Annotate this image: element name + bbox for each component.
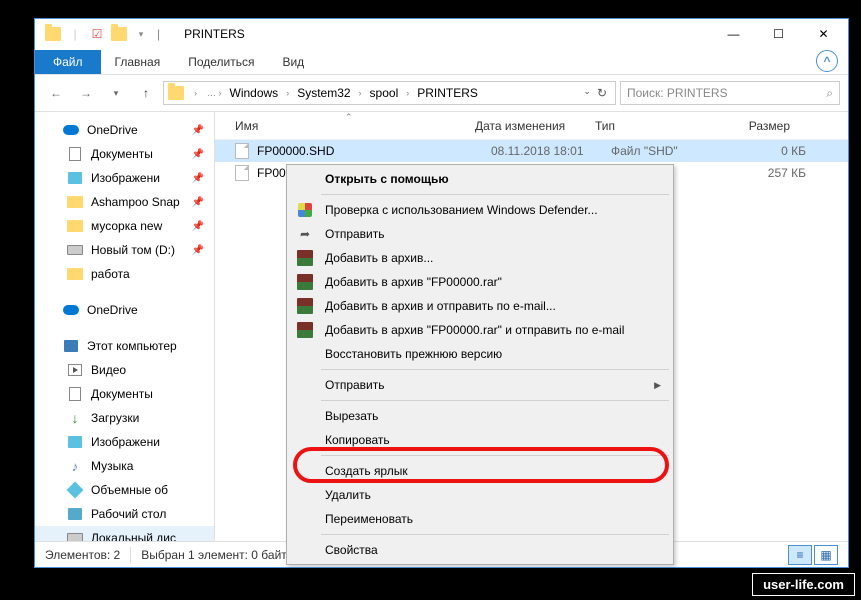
pin-icon: 📌 bbox=[192, 173, 204, 184]
chevron-right-icon[interactable]: … › bbox=[203, 88, 226, 98]
breadcrumb-dropdown-icon[interactable]: ⌄ bbox=[583, 86, 591, 100]
pin-icon: 📌 bbox=[192, 245, 204, 256]
column-header-date[interactable]: Дата изменения bbox=[475, 119, 595, 133]
menu-restore[interactable]: Восстановить прежнюю версию bbox=[289, 342, 671, 366]
column-header-type[interactable]: Тип bbox=[595, 119, 710, 133]
nav-up-button[interactable]: ↑ bbox=[133, 80, 159, 106]
search-icon: ⌕ bbox=[826, 86, 833, 101]
menu-add-archive[interactable]: Добавить в архив... bbox=[289, 246, 671, 270]
pin-icon: 📌 bbox=[192, 197, 204, 208]
rar-icon bbox=[295, 272, 315, 292]
watermark: user-life.com bbox=[752, 573, 855, 596]
close-button[interactable]: ✕ bbox=[801, 20, 846, 49]
sidebar-item-ashampoo[interactable]: Ashampoo Snap📌 bbox=[35, 190, 214, 214]
breadcrumb[interactable]: › … › Windows › System32 › spool › PRINT… bbox=[163, 81, 616, 105]
sidebar-item-desktop[interactable]: Рабочий стол bbox=[35, 502, 214, 526]
help-button[interactable]: ^ bbox=[816, 50, 838, 72]
menu-add-email[interactable]: Добавить в архив и отправить по e-mail..… bbox=[289, 294, 671, 318]
menu-defender[interactable]: Проверка с использованием Windows Defend… bbox=[289, 198, 671, 222]
chevron-right-icon[interactable]: › bbox=[190, 88, 201, 98]
sidebar-item-local-disk[interactable]: Локальный дис bbox=[35, 526, 214, 541]
menu-shortcut[interactable]: Создать ярлык bbox=[289, 459, 671, 483]
view-details-button[interactable]: ≡ bbox=[788, 545, 812, 565]
title-separator: | bbox=[157, 27, 160, 41]
file-icon bbox=[235, 143, 251, 159]
folder-icon bbox=[168, 86, 184, 100]
sidebar-item-this-pc[interactable]: Этот компьютер bbox=[35, 334, 214, 358]
menu-share[interactable]: ➦Отправить bbox=[289, 222, 671, 246]
address-bar: ← → ▾ ↑ › … › Windows › System32 › spool… bbox=[35, 75, 848, 111]
tab-home[interactable]: Главная bbox=[101, 50, 175, 74]
menu-open-with[interactable]: Открыть с помощью bbox=[289, 167, 671, 191]
sidebar-item-onedrive-root[interactable]: OneDrive bbox=[35, 298, 214, 322]
sidebar-item-downloads[interactable]: ↓Загрузки bbox=[35, 406, 214, 430]
file-icon bbox=[235, 165, 251, 181]
breadcrumb-item[interactable]: System32 bbox=[295, 86, 352, 100]
minimize-button[interactable]: — bbox=[711, 20, 756, 49]
menu-properties[interactable]: Свойства bbox=[289, 538, 671, 562]
view-icons-button[interactable]: ▦ bbox=[814, 545, 838, 565]
ribbon-tabs: Файл Главная Поделиться Вид ^ bbox=[35, 49, 848, 75]
sidebar-item-pictures[interactable]: Изображени bbox=[35, 430, 214, 454]
context-menu: Открыть с помощью Проверка с использован… bbox=[286, 164, 674, 565]
sidebar-item-trash[interactable]: мусорка new📌 bbox=[35, 214, 214, 238]
maximize-button[interactable]: ☐ bbox=[756, 20, 801, 49]
nav-back-button[interactable]: ← bbox=[43, 80, 69, 106]
refresh-button[interactable]: ↻ bbox=[597, 86, 607, 100]
qat-dropdown-icon[interactable]: ▾ bbox=[131, 24, 151, 44]
menu-add-rar-email[interactable]: Добавить в архив "FP00000.rar" и отправи… bbox=[289, 318, 671, 342]
sidebar-item-pictures[interactable]: Изображени📌 bbox=[35, 166, 214, 190]
sort-indicator-icon: ⌃ bbox=[345, 112, 353, 123]
folder-icon bbox=[43, 24, 63, 44]
breadcrumb-item[interactable]: PRINTERS bbox=[415, 86, 480, 100]
sidebar-item-drive-d[interactable]: Новый том (D:)📌 bbox=[35, 238, 214, 262]
pin-icon: 📌 bbox=[192, 221, 204, 232]
chevron-right-icon[interactable]: › bbox=[282, 88, 293, 98]
menu-add-rar[interactable]: Добавить в архив "FP00000.rar" bbox=[289, 270, 671, 294]
rar-icon bbox=[295, 320, 315, 340]
breadcrumb-item[interactable]: spool bbox=[368, 86, 401, 100]
qat-separator: | bbox=[65, 24, 85, 44]
sidebar-item-documents[interactable]: Документы bbox=[35, 382, 214, 406]
column-header-name[interactable]: Имя bbox=[235, 119, 475, 133]
navigation-sidebar: OneDrive📌 Документы📌 Изображени📌 Ashampo… bbox=[35, 112, 215, 541]
sidebar-item-onedrive[interactable]: OneDrive📌 bbox=[35, 118, 214, 142]
sidebar-item-3d-objects[interactable]: Объемные об bbox=[35, 478, 214, 502]
search-input[interactable]: Поиск: PRINTERS ⌕ bbox=[620, 81, 840, 105]
window-title: PRINTERS bbox=[184, 27, 245, 41]
nav-recent-button[interactable]: ▾ bbox=[103, 80, 129, 106]
chevron-right-icon[interactable]: › bbox=[355, 88, 366, 98]
status-selection: Выбран 1 элемент: 0 байт bbox=[141, 548, 287, 562]
file-row[interactable]: FP00000.SHD 08.11.2018 18:01 Файл "SHD" … bbox=[215, 140, 848, 162]
menu-copy[interactable]: Копировать bbox=[289, 428, 671, 452]
chevron-right-icon[interactable]: › bbox=[402, 88, 413, 98]
share-icon: ➦ bbox=[295, 224, 315, 244]
pin-icon: 📌 bbox=[192, 125, 204, 136]
breadcrumb-item[interactable]: Windows bbox=[228, 86, 281, 100]
column-header-size[interactable]: Размер bbox=[710, 119, 790, 133]
pin-icon: 📌 bbox=[192, 149, 204, 160]
rar-icon bbox=[295, 296, 315, 316]
rar-icon bbox=[295, 248, 315, 268]
status-item-count: Элементов: 2 bbox=[45, 548, 120, 562]
menu-send-to[interactable]: Отправить▶ bbox=[289, 373, 671, 397]
menu-delete[interactable]: Удалить bbox=[289, 483, 671, 507]
sidebar-item-documents[interactable]: Документы📌 bbox=[35, 142, 214, 166]
chevron-right-icon: ▶ bbox=[654, 380, 661, 391]
menu-cut[interactable]: Вырезать bbox=[289, 404, 671, 428]
search-placeholder: Поиск: PRINTERS bbox=[627, 86, 728, 100]
shield-icon bbox=[295, 200, 315, 220]
tab-share[interactable]: Поделиться bbox=[174, 50, 268, 74]
sidebar-item-videos[interactable]: Видео bbox=[35, 358, 214, 382]
sidebar-item-work[interactable]: работа bbox=[35, 262, 214, 286]
file-tab[interactable]: Файл bbox=[35, 50, 101, 74]
qat-properties-icon[interactable]: ☑ bbox=[87, 24, 107, 44]
sidebar-item-music[interactable]: ♪Музыка bbox=[35, 454, 214, 478]
titlebar[interactable]: | ☑ ▾ | PRINTERS — ☐ ✕ bbox=[35, 19, 848, 49]
nav-forward-button: → bbox=[73, 80, 99, 106]
menu-rename[interactable]: Переименовать bbox=[289, 507, 671, 531]
tab-view[interactable]: Вид bbox=[268, 50, 318, 74]
folder-icon bbox=[109, 24, 129, 44]
